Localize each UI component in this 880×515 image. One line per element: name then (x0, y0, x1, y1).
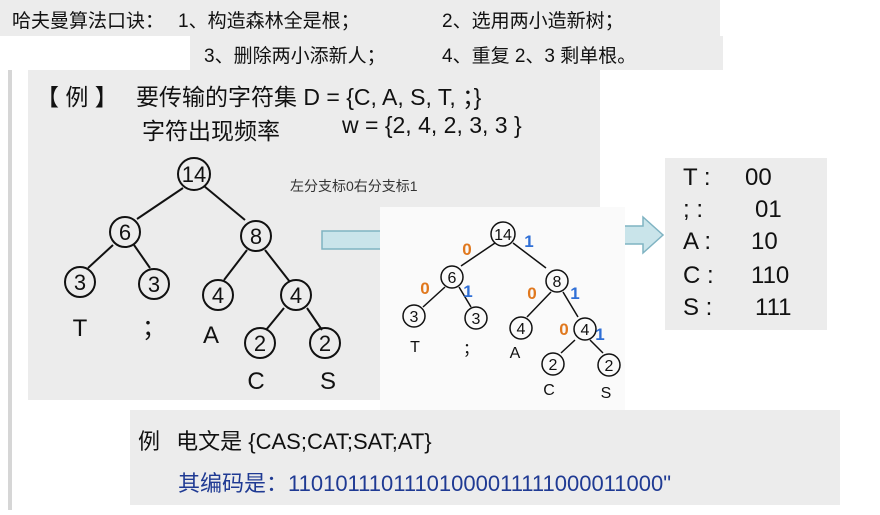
edge-label-4-left: 0 (559, 320, 568, 339)
edge-label-4-right: 1 (595, 325, 604, 344)
edge-label-root-right: 1 (524, 232, 533, 251)
edge-label-6-left: 0 (420, 279, 429, 298)
right-node-6-label: 6 (448, 270, 457, 287)
right-node-3a-label: 3 (410, 309, 419, 326)
edge-label-6-right: 1 (463, 282, 472, 301)
code-value: 01 (755, 196, 782, 223)
code-table: T : 00 ; : 01 A : 10 C : 110 S : 111 (665, 158, 827, 330)
message-panel: 例 电文是 {CAS;CAT;SAT;AT} 其编码是：110101110111… (130, 410, 840, 505)
right-node-4b-label: 4 (581, 322, 590, 339)
right-node-8-label: 8 (553, 274, 562, 291)
code-symbol: ; : (683, 196, 704, 223)
right-node-2a-label: 2 (549, 357, 558, 374)
right-leaf-A: A (510, 345, 521, 362)
code-symbol: S : (683, 294, 713, 321)
encoding-label: 其编码是： (178, 471, 289, 496)
right-node-2b-label: 2 (605, 358, 614, 375)
encoding-value: 11010111011101000011111000011000" (288, 471, 672, 496)
message-text: 电文是 {CAS;CAT;SAT;AT} (176, 429, 432, 454)
right-leaf-semicolon: ； (463, 341, 479, 358)
message-line: 例 电文是 {CAS;CAT;SAT;AT} (138, 424, 432, 456)
edge-label-root-left: 0 (462, 240, 471, 259)
code-value: 111 (755, 294, 792, 321)
code-symbol: C : (683, 262, 714, 289)
right-node-3b-label: 3 (472, 311, 481, 328)
right-node-root-label: 14 (494, 227, 512, 244)
message-prefix: 例 (138, 429, 161, 454)
code-symbol: A : (683, 228, 712, 255)
right-leaf-S: S (601, 385, 612, 402)
encoding-line: 其编码是：11010111011101000011111000011000" (178, 466, 671, 498)
code-value: 110 (751, 262, 790, 289)
right-node-4a-label: 4 (517, 321, 526, 338)
code-value: 10 (751, 228, 778, 255)
right-leaf-T: T (410, 339, 420, 356)
code-symbol: T : (683, 164, 711, 191)
code-value: 00 (745, 164, 772, 191)
edge-label-8-left: 0 (527, 284, 536, 303)
edge-label-8-right: 1 (570, 284, 579, 303)
right-leaf-C: C (543, 382, 555, 399)
